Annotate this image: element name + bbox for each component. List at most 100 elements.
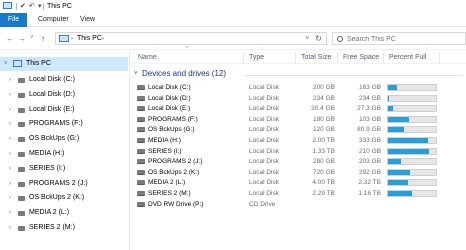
chevron-right-icon[interactable]: › <box>71 35 73 43</box>
table-row[interactable]: MEDIA (H:) Local Disk 2.00 TB 333 GB <box>131 135 466 146</box>
sidebar-item-drive[interactable]: › Local Disk (D:) <box>0 88 128 102</box>
drive-icon <box>137 159 145 165</box>
sidebar-item-drive[interactable]: › PROGRAMS 2 (J:) <box>0 177 128 191</box>
divider <box>243 52 244 63</box>
chevron-down-icon[interactable]: ˅ <box>134 70 138 79</box>
navigation-bar: ← → ˅ ↑ › This PC › ˅ ↻ <box>0 27 466 50</box>
this-pc-icon <box>59 35 69 42</box>
table-row[interactable]: OS BckUps (G:) Local Disk 120 GB 80.9 GB <box>131 124 466 135</box>
percent-full-bar <box>387 147 437 155</box>
properties-icon[interactable]: ✔ <box>20 2 26 11</box>
drive-icon <box>137 191 145 196</box>
drive-name: OS BckUps 2 (K:) <box>148 168 200 176</box>
drive-free-space: 210 GB <box>358 147 381 155</box>
chevron-right-icon[interactable]: › <box>9 150 11 158</box>
table-row[interactable]: OS BckUps 2 (K:) Local Disk 720 GB 392 GB <box>131 167 466 178</box>
recent-locations-icon[interactable]: ˅ <box>30 34 34 43</box>
up-arrow-icon[interactable]: ↑ <box>41 34 45 43</box>
table-row[interactable]: Local Disk (C:) Local Disk 200 GB 163 GB <box>131 82 466 93</box>
table-row[interactable]: DVD RW Drive (P:) CD Drive <box>131 199 466 210</box>
table-row[interactable]: PROGRAMS 2 (J:) Local Disk 280 GB 203 GB <box>131 156 466 167</box>
sidebar-item-drive[interactable]: › MEDIA (H:) <box>0 147 128 161</box>
sidebar-item-drive[interactable]: › OS BckUps 2 (K:) <box>0 191 128 205</box>
chevron-right-icon[interactable]: › <box>9 209 11 217</box>
sidebar-item-drive[interactable]: › SERIES 2 (M:) <box>0 221 128 235</box>
chevron-right-icon[interactable]: › <box>9 165 11 173</box>
chevron-right-icon[interactable]: › <box>9 224 11 232</box>
chevron-right-icon[interactable]: › <box>9 120 11 128</box>
table-row[interactable]: MEDIA 2 (L:) Local Disk 4.00 TB 2.32 TB <box>131 177 466 188</box>
sidebar-item-drive[interactable]: › SERIES (I:) <box>0 162 128 176</box>
table-row[interactable]: Local Disk (E:) Local Disk 30.4 GB 27.3 GB <box>131 103 466 114</box>
drive-type: Local Disk <box>249 115 279 123</box>
chevron-down-icon[interactable]: ˅ <box>4 60 8 68</box>
undo-icon[interactable]: ↶ <box>29 2 35 11</box>
table-row[interactable]: PROGRAMS (F:) Local Disk 180 GB 103 GB <box>131 114 466 125</box>
drive-total-size: 2.00 TB <box>312 137 335 144</box>
chevron-down-icon[interactable]: ˅ <box>305 35 309 43</box>
column-header-name[interactable]: Name <box>138 54 157 62</box>
drive-icon <box>137 127 145 133</box>
sidebar-item-label: SERIES (I:) <box>29 164 66 172</box>
drive-icon <box>18 152 25 157</box>
drive-icon <box>18 78 25 83</box>
drive-total-size: 120 GB <box>312 126 335 134</box>
drive-total-size: 4.00 TB <box>312 179 335 187</box>
percent-full-bar <box>387 137 437 144</box>
sidebar-item-drive[interactable]: › PROGRAMS (F:) <box>0 117 128 131</box>
divider <box>43 3 44 10</box>
chevron-right-icon[interactable]: › <box>102 35 104 43</box>
column-header-percent-full[interactable]: Percent Full <box>389 54 426 62</box>
drive-name: MEDIA (H:) <box>148 137 181 144</box>
table-row[interactable]: SERIES 2 (M:) Local Disk 2.29 TB 1.16 TB <box>131 188 466 199</box>
drive-total-size: 180 GB <box>312 115 335 123</box>
breadcrumb-this-pc[interactable]: This PC <box>77 35 102 43</box>
group-header[interactable]: ˅ Devices and drives (12) <box>131 69 466 80</box>
sidebar-item-drive[interactable]: › Local Disk (C:) <box>0 73 128 87</box>
forward-arrow-icon[interactable]: → <box>18 34 26 43</box>
drive-total-size: 720 GB <box>312 168 335 176</box>
drive-free-space: 80.9 GB <box>357 126 381 134</box>
column-header-type[interactable]: Type <box>249 54 264 62</box>
search-box[interactable] <box>332 32 466 45</box>
percent-full-bar <box>387 105 437 113</box>
search-input[interactable] <box>347 34 462 44</box>
drive-type: Local Disk <box>249 126 279 134</box>
sidebar-item-drive[interactable]: › MEDIA 2 (L:) <box>0 206 128 220</box>
address-bar[interactable]: › This PC › ˅ ↻ <box>55 32 327 45</box>
percent-full-fill <box>388 116 409 122</box>
drive-name: DVD RW Drive (P:) <box>148 200 204 208</box>
table-row[interactable]: SERIES (I:) Local Disk 1.33 TB 210 GB <box>131 146 466 157</box>
tab-view[interactable]: View <box>73 13 102 27</box>
sidebar-item-this-pc[interactable]: ˅ This PC <box>0 57 128 71</box>
group-title: Devices and drives (12) <box>142 69 227 78</box>
column-header-total-size[interactable]: Total Size <box>301 54 331 62</box>
drive-icon <box>18 181 25 187</box>
chevron-right-icon[interactable]: › <box>9 76 11 84</box>
drive-total-size: 1.33 TB <box>312 147 335 155</box>
drive-name: Local Disk (C:) <box>148 84 191 91</box>
chevron-right-icon[interactable]: › <box>9 106 11 114</box>
chevron-right-icon[interactable]: › <box>9 180 11 188</box>
divider <box>383 52 384 63</box>
chevron-right-icon[interactable]: › <box>9 194 11 202</box>
drive-type: Local Disk <box>249 94 279 102</box>
column-header-free-space[interactable]: Free Space <box>343 54 379 62</box>
drive-free-space: 203 GB <box>358 158 381 166</box>
drive-icon <box>137 169 145 175</box>
tab-file[interactable]: File <box>0 13 27 27</box>
drive-name: OS BckUps (G:) <box>148 126 195 134</box>
drive-type: Local Disk <box>249 158 279 166</box>
drive-total-size: 280 GB <box>312 158 335 166</box>
percent-full-bar <box>387 115 437 123</box>
chevron-right-icon[interactable]: › <box>9 135 11 143</box>
tab-computer[interactable]: Computer <box>31 13 76 27</box>
chevron-right-icon[interactable]: › <box>9 91 11 99</box>
chevron-down-icon[interactable]: ▾ <box>38 2 42 11</box>
back-arrow-icon[interactable]: ← <box>6 34 14 43</box>
sidebar-item-drive[interactable]: › OS BckUps (G:) <box>0 132 128 146</box>
drive-name: Local Disk (D:) <box>148 94 191 102</box>
refresh-icon[interactable]: ↻ <box>315 34 322 43</box>
sidebar-item-drive[interactable]: › Local Disk (E:) <box>0 103 128 117</box>
table-row[interactable]: Local Disk (D:) Local Disk 234 GB 234 GB <box>131 93 466 104</box>
